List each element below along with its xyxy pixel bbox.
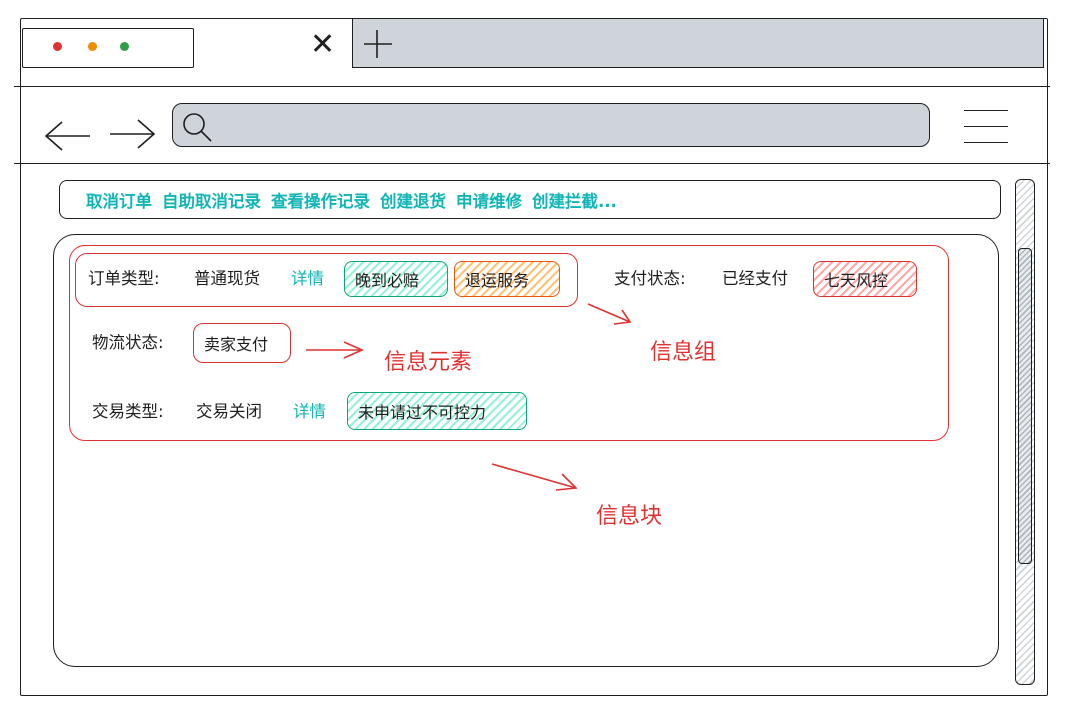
hamburger-menu-line[interactable] [964, 126, 1008, 127]
view-operation-log-link[interactable]: 查看操作记录 [271, 188, 370, 212]
annotation-arrow-group [587, 303, 632, 325]
window-maximize-dot[interactable] [120, 42, 129, 51]
trade-type-value: 交易关闭 [196, 402, 262, 421]
annotation-arrow-block [491, 463, 578, 491]
logistics-value: 卖家支付 [193, 323, 291, 363]
search-icon [183, 113, 212, 142]
seven-day-risk-control-tag: 七天风控 [813, 261, 917, 297]
create-return-link[interactable]: 创建退货 [380, 188, 446, 212]
tab-strip [352, 18, 1044, 68]
create-intercept-link[interactable]: 创建拦截... [532, 188, 617, 212]
return-shipping-service-tag: 退运服务 [454, 261, 560, 297]
trade-type-detail-link[interactable]: 详情 [293, 401, 326, 423]
self-cancel-records-link[interactable]: 自助取消记录 [162, 188, 261, 212]
arrow-left-icon[interactable] [42, 118, 94, 154]
logistics-label: 物流状态: [92, 333, 164, 352]
window-close-dot[interactable] [53, 42, 62, 51]
scrollbar-thumb[interactable] [1018, 248, 1032, 564]
order-type-value: 普通现货 [194, 269, 260, 288]
order-type-label: 订单类型: [88, 269, 160, 288]
cancel-order-link[interactable]: 取消订单 [86, 188, 152, 212]
address-bar[interactable] [172, 103, 930, 147]
info-group-annotation: 信息组 [650, 340, 717, 365]
address-divider [14, 163, 1050, 164]
tab-divider [14, 86, 1050, 87]
browser-tab[interactable] [22, 28, 194, 68]
hamburger-menu-line[interactable] [964, 142, 1008, 143]
arrow-right-icon[interactable] [106, 116, 158, 152]
order-type-detail-link[interactable]: 详情 [291, 268, 324, 290]
action-list: 取消订单 自助取消记录 查看操作记录 创建退货 申请维修 创建拦截... [86, 185, 617, 215]
window-minimize-dot[interactable] [88, 42, 97, 51]
plus-icon[interactable] [360, 28, 394, 60]
close-icon[interactable]: ✕ [310, 30, 335, 60]
pay-status-value: 已经支付 [722, 269, 788, 288]
hamburger-menu-icon[interactable] [964, 110, 1008, 111]
trade-type-label: 交易类型: [92, 402, 164, 421]
info-block-annotation: 信息块 [596, 504, 663, 529]
no-force-majeure-tag: 未申请过不可控力 [347, 392, 527, 430]
annotation-arrow-element [306, 341, 364, 359]
pay-status-label: 支付状态: [614, 269, 686, 288]
info-element-annotation: 信息元素 [384, 350, 473, 375]
request-repair-link[interactable]: 申请维修 [456, 188, 522, 212]
late-delivery-compensation-tag: 晚到必赔 [344, 261, 448, 297]
